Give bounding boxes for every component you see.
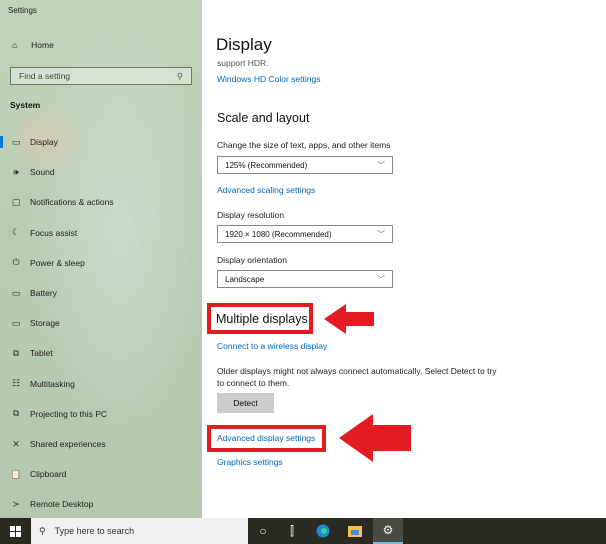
scale-dropdown[interactable]: 125% (Recommended) ﹀ — [217, 156, 393, 174]
remote-desktop-icon: ≻ — [12, 498, 20, 509]
sidebar-item-storage[interactable]: ▭ Storage — [0, 313, 202, 333]
settings-gear-icon[interactable]: ⚙ — [373, 518, 403, 544]
speaker-icon: 🕪 — [13, 166, 19, 177]
red-arrow-icon — [339, 414, 411, 462]
moon-icon: ☾ — [11, 227, 21, 238]
shared-icon: ✕ — [12, 438, 20, 449]
battery-icon: ▭ — [11, 287, 21, 298]
sidebar-item-label: Projecting to this PC — [30, 408, 108, 419]
sidebar-item-focus-assist[interactable]: ☾ Focus assist — [0, 223, 202, 243]
sidebar-item-shared-experiences[interactable]: ✕ Shared experiences — [0, 434, 202, 454]
clipboard-icon: 📋 — [10, 468, 22, 479]
sidebar-item-power-sleep[interactable]: ⏻ Power & sleep — [0, 253, 202, 273]
red-arrow-icon — [324, 304, 374, 334]
sidebar-item-multitasking[interactable]: ☷ Multitasking — [0, 374, 202, 394]
window-title: Settings — [8, 6, 37, 15]
chevron-down-icon: ﹀ — [377, 160, 385, 170]
orientation-dropdown[interactable]: Landscape ﹀ — [217, 270, 393, 288]
notification-icon: ▢ — [11, 196, 21, 207]
older-displays-text: Older displays might not always connect … — [217, 366, 497, 388]
taskbar: ⚲ Type here to search ○ ⫿ ⚙ — [0, 518, 606, 544]
advanced-scaling-link[interactable]: Advanced scaling settings — [217, 185, 315, 195]
sidebar-item-sound[interactable]: 🕪 Sound — [0, 162, 202, 182]
graphics-settings-link[interactable]: Graphics settings — [217, 457, 283, 467]
sidebar-item-label: Storage — [30, 318, 60, 329]
wireless-display-link[interactable]: Connect to a wireless display — [217, 341, 327, 351]
resolution-dropdown[interactable]: 1920 × 1080 (Recommended) ﹀ — [217, 225, 393, 243]
resolution-value: 1920 × 1080 (Recommended) — [225, 229, 332, 239]
sidebar-item-clipboard[interactable]: 📋 Clipboard — [0, 464, 202, 484]
scale-heading: Scale and layout — [217, 111, 310, 125]
sidebar-item-tablet[interactable]: ⧉ Tablet — [0, 343, 202, 363]
search-placeholder: Find a setting — [19, 71, 71, 81]
main-content: Display support HDR. Windows HD Color se… — [202, 0, 606, 518]
monitor-icon: ▭ — [11, 136, 21, 147]
storage-icon: ▭ — [11, 317, 21, 328]
sidebar-item-display[interactable]: ▭ Display — [0, 132, 202, 152]
task-view-icon[interactable]: ⫿ — [279, 518, 305, 544]
hd-color-link[interactable]: Windows HD Color settings — [217, 74, 320, 84]
section-heading: System — [10, 100, 41, 110]
sidebar-item-label: Power & sleep — [30, 257, 85, 268]
home-label: Home — [31, 40, 54, 50]
sidebar-item-label: Sound — [30, 167, 55, 178]
tablet-icon: ⧉ — [12, 347, 20, 358]
sidebar-item-remote-desktop[interactable]: ≻ Remote Desktop — [0, 494, 202, 514]
home-link[interactable]: ⌂ Home — [12, 40, 54, 50]
sidebar-item-battery[interactable]: ▭ Battery — [0, 283, 202, 303]
multiple-displays-heading: Multiple displays — [216, 312, 308, 326]
scale-value: 125% (Recommended) — [225, 160, 308, 170]
sidebar-item-label: Clipboard — [30, 469, 67, 480]
detect-button[interactable]: Detect — [217, 393, 274, 413]
sidebar-item-projecting-to-this-pc[interactable]: ⧉ Projecting to this PC — [0, 404, 202, 424]
sidebar-item-label: Battery — [30, 288, 57, 298]
cortana-icon[interactable]: ○ — [250, 518, 276, 544]
windows-start-icon[interactable] — [2, 518, 28, 544]
search-icon: ⚲ — [39, 525, 46, 536]
find-setting-input[interactable]: Find a setting ⚲ — [10, 67, 192, 85]
sidebar-item-label: Multitasking — [30, 378, 75, 389]
multitasking-icon: ☷ — [11, 378, 21, 389]
advanced-display-settings-link[interactable]: Advanced display settings — [217, 433, 315, 443]
chevron-down-icon: ﹀ — [377, 274, 385, 284]
scale-label: Change the size of text, apps, and other… — [217, 140, 391, 150]
taskbar-search-input[interactable]: ⚲ Type here to search — [31, 518, 248, 544]
resolution-label: Display resolution — [217, 210, 285, 220]
search-icon: ⚲ — [176, 70, 183, 81]
settings-app: Settings ⌂ Home Find a setting ⚲ System … — [0, 0, 606, 544]
orientation-label: Display orientation — [217, 255, 287, 265]
page-title: Display — [216, 35, 272, 54]
orientation-value: Landscape — [225, 274, 265, 284]
chevron-down-icon: ﹀ — [377, 229, 385, 239]
sidebar-item-label: Focus assist — [30, 227, 78, 238]
sidebar-item-label: Remote Desktop — [30, 499, 94, 510]
sidebar-item-label: Notifications & actions — [30, 197, 114, 208]
sidebar-item-label: Tablet — [30, 348, 53, 359]
file-explorer-icon[interactable] — [342, 518, 368, 544]
edge-browser-icon[interactable] — [310, 518, 336, 544]
sidebar-item-label: Display — [30, 137, 58, 147]
sidebar: Settings ⌂ Home Find a setting ⚲ System … — [0, 0, 202, 518]
sidebar-item-label: Shared experiences — [30, 439, 106, 449]
sidebar-item-notifications-actions[interactable]: ▢ Notifications & actions — [0, 192, 202, 212]
projecting-icon: ⧉ — [12, 408, 20, 419]
hdr-text: support HDR. — [217, 58, 269, 68]
power-icon: ⏻ — [12, 257, 20, 268]
taskbar-search-placeholder: Type here to search — [54, 526, 135, 536]
home-icon: ⌂ — [12, 40, 18, 50]
